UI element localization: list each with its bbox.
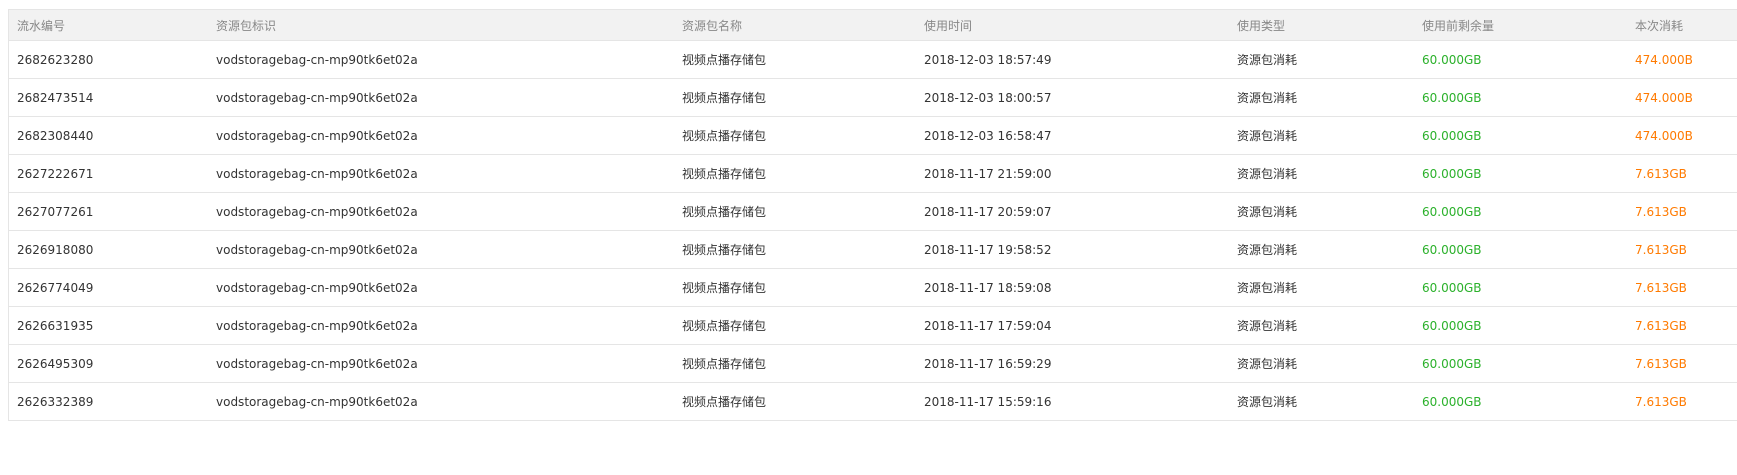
cell-usage-time: 2018-11-17 16:59:29 xyxy=(916,344,1229,383)
cell-consumption: 7.613GB xyxy=(1627,268,1737,307)
header-remaining-before: 使用前剩余量 xyxy=(1414,10,1627,41)
cell-usage-type: 资源包消耗 xyxy=(1229,268,1414,307)
cell-remaining-before: 60.000GB xyxy=(1414,192,1627,231)
cell-serial-number: 2682308440 xyxy=(9,116,208,155)
cell-remaining-before: 60.000GB xyxy=(1414,116,1627,155)
cell-remaining-before: 60.000GB xyxy=(1414,154,1627,193)
cell-serial-number: 2627077261 xyxy=(9,192,208,231)
cell-usage-type: 资源包消耗 xyxy=(1229,154,1414,193)
cell-remaining-before: 60.000GB xyxy=(1414,268,1627,307)
cell-serial-number: 2682473514 xyxy=(9,78,208,117)
cell-package-id: vodstoragebag-cn-mp90tk6et02a xyxy=(208,306,674,345)
cell-serial-number: 2626495309 xyxy=(9,344,208,383)
cell-usage-type: 资源包消耗 xyxy=(1229,78,1414,117)
cell-usage-time: 2018-12-03 18:00:57 xyxy=(916,78,1229,117)
header-usage-time: 使用时间 xyxy=(916,10,1229,41)
header-serial-number: 流水编号 xyxy=(9,10,208,41)
cell-package-name: 视频点播存储包 xyxy=(674,306,916,345)
cell-consumption: 7.613GB xyxy=(1627,344,1737,383)
cell-package-id: vodstoragebag-cn-mp90tk6et02a xyxy=(208,116,674,155)
table-row: 2627077261 vodstoragebag-cn-mp90tk6et02a 视… xyxy=(9,192,1737,231)
cell-serial-number: 2627222671 xyxy=(9,154,208,193)
cell-package-id: vodstoragebag-cn-mp90tk6et02a xyxy=(208,154,674,193)
cell-usage-type: 资源包消耗 xyxy=(1229,344,1414,383)
cell-usage-time: 2018-11-17 18:59:08 xyxy=(916,268,1229,307)
header-consumption: 本次消耗 xyxy=(1627,10,1737,41)
cell-remaining-before: 60.000GB xyxy=(1414,344,1627,383)
table-body: 2682623280 vodstoragebag-cn-mp90tk6et02a 视… xyxy=(9,40,1737,421)
table-row: 2626631935 vodstoragebag-cn-mp90tk6et02a 视… xyxy=(9,306,1737,345)
cell-package-name: 视频点播存储包 xyxy=(674,116,916,155)
usage-records-table-container: 流水编号 资源包标识 资源包名称 使用时间 使用类型 使用前剩余量 本次消耗 2… xyxy=(8,9,1737,421)
cell-usage-time: 2018-11-17 21:59:00 xyxy=(916,154,1229,193)
cell-serial-number: 2626631935 xyxy=(9,306,208,345)
cell-usage-type: 资源包消耗 xyxy=(1229,230,1414,269)
cell-serial-number: 2626774049 xyxy=(9,268,208,307)
cell-package-id: vodstoragebag-cn-mp90tk6et02a xyxy=(208,40,674,79)
table-row: 2626774049 vodstoragebag-cn-mp90tk6et02a 视… xyxy=(9,268,1737,307)
cell-package-id: vodstoragebag-cn-mp90tk6et02a xyxy=(208,192,674,231)
cell-serial-number: 2682623280 xyxy=(9,40,208,79)
cell-package-name: 视频点播存储包 xyxy=(674,268,916,307)
cell-consumption: 7.613GB xyxy=(1627,192,1737,231)
cell-consumption: 7.613GB xyxy=(1627,306,1737,345)
cell-serial-number: 2626332389 xyxy=(9,382,208,421)
table-row: 2626495309 vodstoragebag-cn-mp90tk6et02a 视… xyxy=(9,344,1737,383)
table-header: 流水编号 资源包标识 资源包名称 使用时间 使用类型 使用前剩余量 本次消耗 xyxy=(9,10,1737,41)
cell-package-id: vodstoragebag-cn-mp90tk6et02a xyxy=(208,268,674,307)
cell-remaining-before: 60.000GB xyxy=(1414,382,1627,421)
cell-package-name: 视频点播存储包 xyxy=(674,40,916,79)
cell-remaining-before: 60.000GB xyxy=(1414,40,1627,79)
cell-usage-type: 资源包消耗 xyxy=(1229,116,1414,155)
cell-consumption: 474.000B xyxy=(1627,116,1737,155)
cell-consumption: 7.613GB xyxy=(1627,154,1737,193)
cell-serial-number: 2626918080 xyxy=(9,230,208,269)
cell-usage-time: 2018-11-17 17:59:04 xyxy=(916,306,1229,345)
table-header-row: 流水编号 资源包标识 资源包名称 使用时间 使用类型 使用前剩余量 本次消耗 xyxy=(9,10,1737,41)
table-row: 2682623280 vodstoragebag-cn-mp90tk6et02a 视… xyxy=(9,40,1737,79)
table-row: 2627222671 vodstoragebag-cn-mp90tk6et02a 视… xyxy=(9,154,1737,193)
cell-package-id: vodstoragebag-cn-mp90tk6et02a xyxy=(208,382,674,421)
table-row: 2682308440 vodstoragebag-cn-mp90tk6et02a 视… xyxy=(9,116,1737,155)
cell-consumption: 474.000B xyxy=(1627,40,1737,79)
header-package-id: 资源包标识 xyxy=(208,10,674,41)
cell-package-id: vodstoragebag-cn-mp90tk6et02a xyxy=(208,344,674,383)
table-row: 2682473514 vodstoragebag-cn-mp90tk6et02a 视… xyxy=(9,78,1737,117)
cell-package-name: 视频点播存储包 xyxy=(674,78,916,117)
cell-usage-type: 资源包消耗 xyxy=(1229,192,1414,231)
cell-package-name: 视频点播存储包 xyxy=(674,344,916,383)
cell-usage-time: 2018-12-03 16:58:47 xyxy=(916,116,1229,155)
cell-package-name: 视频点播存储包 xyxy=(674,230,916,269)
cell-consumption: 7.613GB xyxy=(1627,382,1737,421)
header-package-name: 资源包名称 xyxy=(674,10,916,41)
cell-usage-type: 资源包消耗 xyxy=(1229,382,1414,421)
cell-package-name: 视频点播存储包 xyxy=(674,382,916,421)
cell-package-id: vodstoragebag-cn-mp90tk6et02a xyxy=(208,78,674,117)
cell-usage-time: 2018-11-17 15:59:16 xyxy=(916,382,1229,421)
usage-records-table: 流水编号 资源包标识 资源包名称 使用时间 使用类型 使用前剩余量 本次消耗 2… xyxy=(9,10,1737,421)
header-usage-type: 使用类型 xyxy=(1229,10,1414,41)
cell-consumption: 474.000B xyxy=(1627,78,1737,117)
cell-usage-time: 2018-11-17 20:59:07 xyxy=(916,192,1229,231)
table-row: 2626332389 vodstoragebag-cn-mp90tk6et02a 视… xyxy=(9,382,1737,421)
cell-usage-time: 2018-11-17 19:58:52 xyxy=(916,230,1229,269)
cell-remaining-before: 60.000GB xyxy=(1414,306,1627,345)
cell-remaining-before: 60.000GB xyxy=(1414,230,1627,269)
cell-package-name: 视频点播存储包 xyxy=(674,192,916,231)
cell-remaining-before: 60.000GB xyxy=(1414,78,1627,117)
cell-usage-type: 资源包消耗 xyxy=(1229,306,1414,345)
table-row: 2626918080 vodstoragebag-cn-mp90tk6et02a 视… xyxy=(9,230,1737,269)
cell-package-name: 视频点播存储包 xyxy=(674,154,916,193)
cell-usage-type: 资源包消耗 xyxy=(1229,40,1414,79)
cell-package-id: vodstoragebag-cn-mp90tk6et02a xyxy=(208,230,674,269)
cell-usage-time: 2018-12-03 18:57:49 xyxy=(916,40,1229,79)
cell-consumption: 7.613GB xyxy=(1627,230,1737,269)
